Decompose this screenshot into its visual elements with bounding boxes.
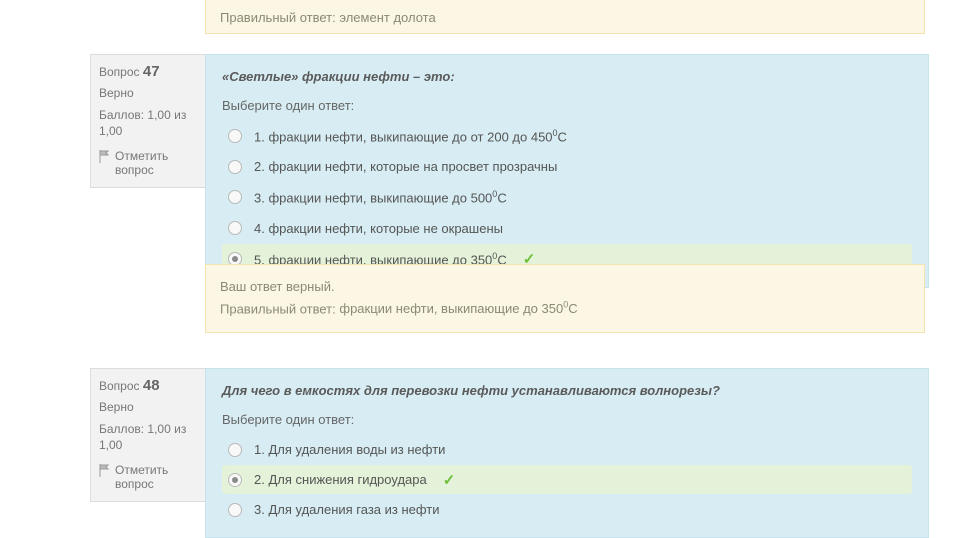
question-text: Для чего в емкостях для перевозки нефти … <box>222 383 912 398</box>
radio-icon <box>228 190 242 204</box>
question-grade: Баллов: 1,00 из 1,00 <box>99 108 204 139</box>
question-word: Вопрос <box>99 379 140 393</box>
option-label: 2. Для снижения гидроудара <box>254 468 427 491</box>
feedback-box-47: Ваш ответ верный. Правильный ответ: фрак… <box>205 264 925 333</box>
option-label: 4. фракции нефти, которые не окрашены <box>254 217 503 240</box>
option-label: 3. фракции нефти, выкипающие до 5000С <box>254 185 507 209</box>
question-grade: Баллов: 1,00 из 1,00 <box>99 422 204 453</box>
feedback-correct-msg: Ваш ответ верный. <box>220 277 910 298</box>
option-row[interactable]: 3. фракции нефти, выкипающие до 5000С <box>222 182 912 212</box>
correct-answer-text: элемент долота <box>339 10 435 25</box>
radio-icon <box>228 160 242 174</box>
option-row[interactable]: 4. фракции нефти, которые не окрашены <box>222 214 912 243</box>
question-state: Верно <box>99 86 204 100</box>
radio-icon <box>228 503 242 517</box>
flag-question-link[interactable]: Отметить вопрос <box>99 149 204 177</box>
correct-answer-text: фракции нефти, выкипающие до 3500С <box>339 301 577 316</box>
correct-answer-prefix: Правильный ответ: <box>220 10 336 25</box>
flag-label: Отметить вопрос <box>115 149 204 177</box>
correct-answer-prefix: Правильный ответ: <box>220 301 336 316</box>
radio-icon <box>228 221 242 235</box>
option-label: 1. Для удаления воды из нефти <box>254 438 445 461</box>
answer-prompt: Выберите один ответ: <box>222 98 912 113</box>
option-row[interactable]: 3. Для удаления газа из нефти <box>222 495 912 524</box>
option-row[interactable]: 1. фракции нефти, выкипающие до от 200 д… <box>222 121 912 151</box>
flag-icon <box>99 150 110 163</box>
question-info-47: Вопрос 47 Верно Баллов: 1,00 из 1,00 Отм… <box>90 54 213 188</box>
radio-icon <box>228 443 242 457</box>
question-number: 48 <box>143 377 160 394</box>
option-label: 1. фракции нефти, выкипающие до от 200 д… <box>254 124 567 148</box>
option-label: 2. фракции нефти, которые на просвет про… <box>254 155 557 178</box>
quiz-review-page: Правильный ответ: элемент долота Вопрос … <box>0 0 967 513</box>
option-row[interactable]: 2. фракции нефти, которые на просвет про… <box>222 152 912 181</box>
answer-prompt: Выберите один ответ: <box>222 412 912 427</box>
flag-icon <box>99 464 110 477</box>
option-row[interactable]: 1. Для удаления воды из нефти <box>222 435 912 464</box>
feedback-box-prev: Правильный ответ: элемент долота <box>205 0 925 34</box>
question-state: Верно <box>99 400 204 414</box>
checkmark-icon: ✓ <box>443 471 456 489</box>
option-row-selected[interactable]: 2. Для снижения гидроудара ✓ <box>222 465 912 494</box>
flag-question-link[interactable]: Отметить вопрос <box>99 463 204 491</box>
radio-icon <box>228 129 242 143</box>
question-text: «Светлые» фракции нефти – это: <box>222 69 912 84</box>
question-block-47: «Светлые» фракции нефти – это: Выберите … <box>205 54 929 288</box>
question-number: 47 <box>143 63 160 80</box>
question-info-48: Вопрос 48 Верно Баллов: 1,00 из 1,00 Отм… <box>90 368 213 502</box>
flag-label: Отметить вопрос <box>115 463 204 491</box>
option-label: 3. Для удаления газа из нефти <box>254 498 440 521</box>
radio-icon-checked <box>228 473 242 487</box>
question-word: Вопрос <box>99 65 140 79</box>
